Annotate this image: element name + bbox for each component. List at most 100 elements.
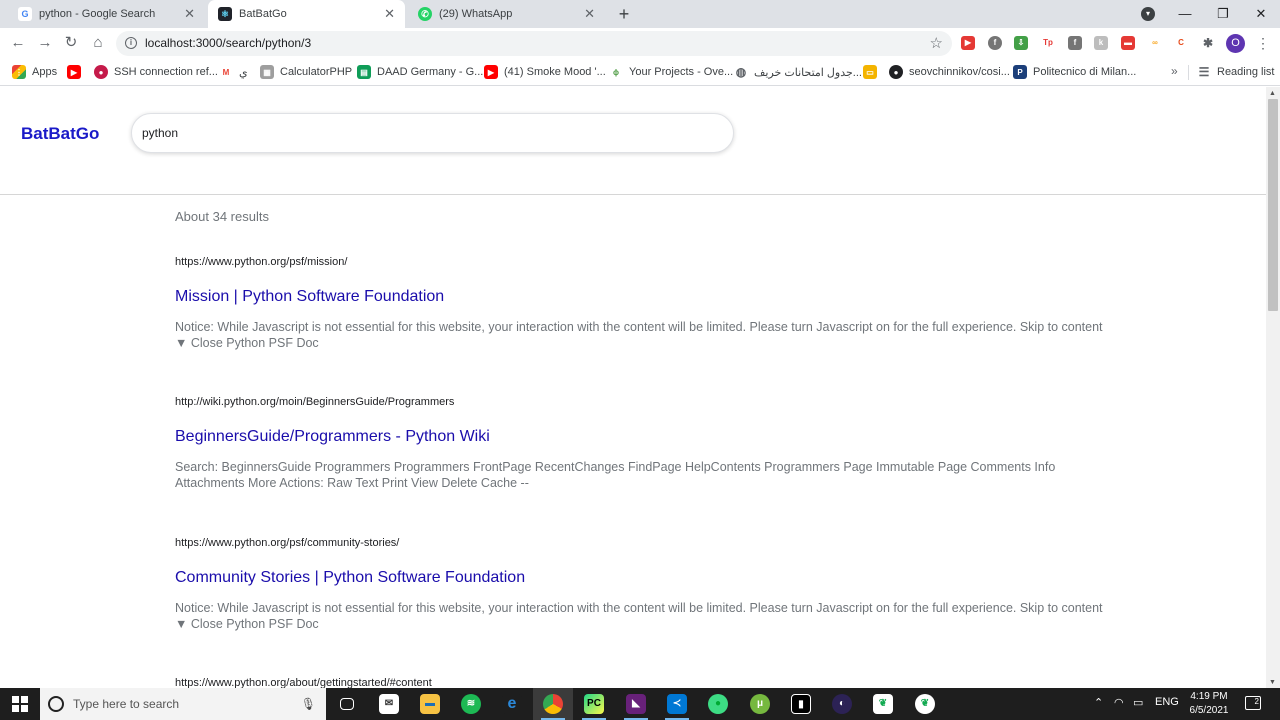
site-logo[interactable]: BatBatGo bbox=[21, 124, 99, 144]
extension-tp-icon[interactable]: Tp bbox=[1041, 36, 1055, 50]
bookmark-calculatorphp[interactable]: ▦ CalculatorPHP bbox=[260, 64, 352, 80]
back-arrow-icon[interactable]: ← bbox=[8, 33, 28, 53]
result-snippet: Notice: While Javascript is not essentia… bbox=[175, 320, 1103, 350]
tab-title: python - Google Search bbox=[39, 8, 156, 20]
avatar[interactable]: O bbox=[1226, 34, 1245, 53]
home-icon[interactable]: ⌂ bbox=[88, 33, 108, 53]
wifi-icon[interactable]: ◠ bbox=[1114, 696, 1124, 709]
chevron-double-right-icon[interactable]: » bbox=[1171, 64, 1178, 78]
bookmark-youtube[interactable]: ▶ bbox=[67, 64, 87, 80]
extension-k-icon[interactable]: k bbox=[1094, 36, 1108, 50]
spotify-icon[interactable]: ≋ bbox=[451, 688, 491, 720]
result-url: https://www.python.org/about/gettingstar… bbox=[175, 677, 432, 688]
mongodb-compass-icon[interactable]: ❦ bbox=[905, 688, 945, 720]
extension-video-icon[interactable]: ▶ bbox=[961, 36, 975, 50]
result-title-link[interactable]: BeginnersGuide/Programmers - Python Wiki bbox=[175, 428, 1105, 448]
extension-ttv-icon[interactable]: ▬ bbox=[1121, 36, 1135, 50]
battery-icon[interactable]: ▭ bbox=[1133, 696, 1143, 709]
page-scrollbar[interactable]: ▲ ▼ bbox=[1266, 87, 1280, 688]
bookmark-ssh[interactable]: ● SSH connection ref... bbox=[94, 64, 218, 80]
search-result: https://www.python.org/psf/community-sto… bbox=[175, 537, 1105, 632]
new-tab-button[interactable]: + bbox=[614, 3, 634, 25]
forward-arrow-icon[interactable]: → bbox=[35, 33, 55, 53]
search-result: https://www.python.org/about/gettingstar… bbox=[175, 677, 1105, 688]
search-result: http://wiki.python.org/moin/BeginnersGui… bbox=[175, 396, 1105, 491]
file-explorer-icon[interactable]: ▬ bbox=[410, 688, 450, 720]
more-menu-icon[interactable]: ⋮ bbox=[1256, 35, 1270, 52]
bookmark-label: (41) Smoke Mood '... bbox=[504, 66, 606, 78]
extension-facebook-icon[interactable]: f bbox=[1068, 36, 1082, 50]
language-indicator[interactable]: ENG bbox=[1155, 696, 1179, 708]
bookmark-daad[interactable]: ▤ DAAD Germany - G... bbox=[357, 64, 483, 80]
extension-download-icon[interactable]: ⇩ bbox=[1014, 36, 1028, 50]
edge-icon[interactable]: e bbox=[492, 688, 532, 720]
bookmark-exam-schedule[interactable]: ◍ جدول امتحانات خريف... bbox=[734, 64, 862, 80]
mail-icon[interactable]: ✉ bbox=[369, 688, 409, 720]
close-icon[interactable]: ✕ bbox=[384, 6, 395, 22]
info-icon[interactable]: i bbox=[125, 37, 137, 49]
bookmark-smoke-mood[interactable]: ▶ (41) Smoke Mood '... bbox=[484, 64, 606, 80]
address-bar[interactable]: i localhost:3000/search/python/3 ☆ bbox=[116, 31, 952, 56]
result-url: https://www.python.org/psf/community-sto… bbox=[175, 537, 400, 549]
reload-icon[interactable]: ↻ bbox=[61, 33, 81, 53]
mongodb-icon[interactable]: ❦ bbox=[863, 688, 903, 720]
bookmark-slides[interactable]: ▭ bbox=[863, 64, 883, 80]
visual-studio-icon[interactable]: ◣ bbox=[616, 688, 656, 720]
close-window-button[interactable]: ✕ bbox=[1242, 0, 1280, 28]
bookmark-github[interactable]: ● seovchinnikov/cosi... bbox=[889, 64, 1010, 80]
close-icon[interactable]: ✕ bbox=[184, 6, 195, 22]
slides-icon: ▭ bbox=[863, 65, 877, 79]
page-content: BatBatGo About 34 results https://www.py… bbox=[0, 87, 1266, 688]
extension-fab-icon[interactable]: f bbox=[988, 36, 1002, 50]
jetbrains-icon[interactable]: ▮ bbox=[781, 688, 821, 720]
scroll-down-arrow-icon[interactable]: ▼ bbox=[1269, 679, 1276, 686]
task-view-icon[interactable] bbox=[327, 688, 367, 720]
address-url[interactable]: localhost:3000/search/python/3 bbox=[145, 36, 311, 50]
chevron-up-icon[interactable]: ⌃ bbox=[1094, 696, 1103, 709]
globe-icon: ◍ bbox=[734, 65, 748, 79]
clock[interactable]: 4:19 PM 6/5/2021 bbox=[1186, 690, 1232, 718]
star-icon[interactable]: ☆ bbox=[930, 34, 943, 52]
tab-google-search[interactable]: G python - Google Search ✕ bbox=[8, 0, 205, 28]
bookmark-gmail[interactable]: M ي bbox=[219, 64, 248, 80]
maximize-button[interactable]: ❐ bbox=[1204, 0, 1242, 28]
extension-glasses-icon[interactable]: ∞ bbox=[1148, 36, 1162, 50]
extension-c-icon[interactable]: C bbox=[1174, 36, 1188, 50]
reading-list-icon: ☰ bbox=[1197, 65, 1211, 79]
tab-strip: G python - Google Search ✕ ⚛ BatBatGo ✕ … bbox=[0, 0, 1280, 28]
search-input[interactable] bbox=[131, 113, 734, 153]
tab-whatsapp[interactable]: ✆ (29) WhatsApp ✕ bbox=[408, 0, 605, 28]
result-snippet: Search: BeginnersGuide Programmers Progr… bbox=[175, 460, 1056, 490]
vscode-icon[interactable]: ≺ bbox=[657, 688, 697, 720]
overleaf-icon: ϕ bbox=[609, 65, 623, 79]
utorrent-icon[interactable]: μ bbox=[740, 688, 780, 720]
taskbar-search-placeholder: Type here to search bbox=[73, 697, 180, 711]
clock-time: 4:19 PM bbox=[1190, 691, 1228, 702]
scroll-thumb[interactable] bbox=[1268, 99, 1278, 311]
taskbar-search[interactable]: Type here to search 🎙 bbox=[40, 688, 326, 720]
puzzle-icon[interactable]: ✱ bbox=[1201, 36, 1215, 50]
react-icon: ⚛ bbox=[218, 7, 232, 21]
bookmark-apps[interactable]: ⋮ Apps bbox=[12, 64, 57, 80]
result-title-link[interactable]: Community Stories | Python Software Foun… bbox=[175, 569, 1105, 589]
android-studio-icon[interactable]: ● bbox=[698, 688, 738, 720]
result-snippet: Notice: While Javascript is not essentia… bbox=[175, 601, 1103, 631]
scroll-up-arrow-icon[interactable]: ▲ bbox=[1269, 90, 1276, 97]
tab-batbatgo[interactable]: ⚛ BatBatGo ✕ bbox=[208, 0, 405, 28]
bookmark-overleaf[interactable]: ϕ Your Projects - Ove... bbox=[609, 64, 733, 80]
result-title-link[interactable]: Mission | Python Software Foundation bbox=[175, 288, 1105, 308]
reading-list-button[interactable]: ☰ Reading list bbox=[1197, 64, 1274, 80]
tab-title: (29) WhatsApp bbox=[439, 8, 513, 20]
chrome-icon[interactable] bbox=[533, 688, 573, 720]
tab-search-icon[interactable]: ▾ bbox=[1141, 7, 1155, 21]
microphone-icon[interactable]: 🎙 bbox=[301, 697, 316, 711]
minimize-button[interactable]: — bbox=[1166, 0, 1204, 28]
close-icon[interactable]: ✕ bbox=[584, 6, 595, 22]
notification-icon[interactable]: 2 bbox=[1245, 696, 1261, 710]
eclipse-icon[interactable]: ◐ bbox=[822, 688, 862, 720]
bookmark-polimi[interactable]: P Politecnico di Milan... bbox=[1013, 64, 1136, 80]
windows-start-icon[interactable] bbox=[12, 696, 28, 712]
pycharm-icon[interactable]: PC bbox=[574, 688, 614, 720]
calculator-icon: ▦ bbox=[260, 65, 274, 79]
raspberry-icon: ● bbox=[94, 65, 108, 79]
